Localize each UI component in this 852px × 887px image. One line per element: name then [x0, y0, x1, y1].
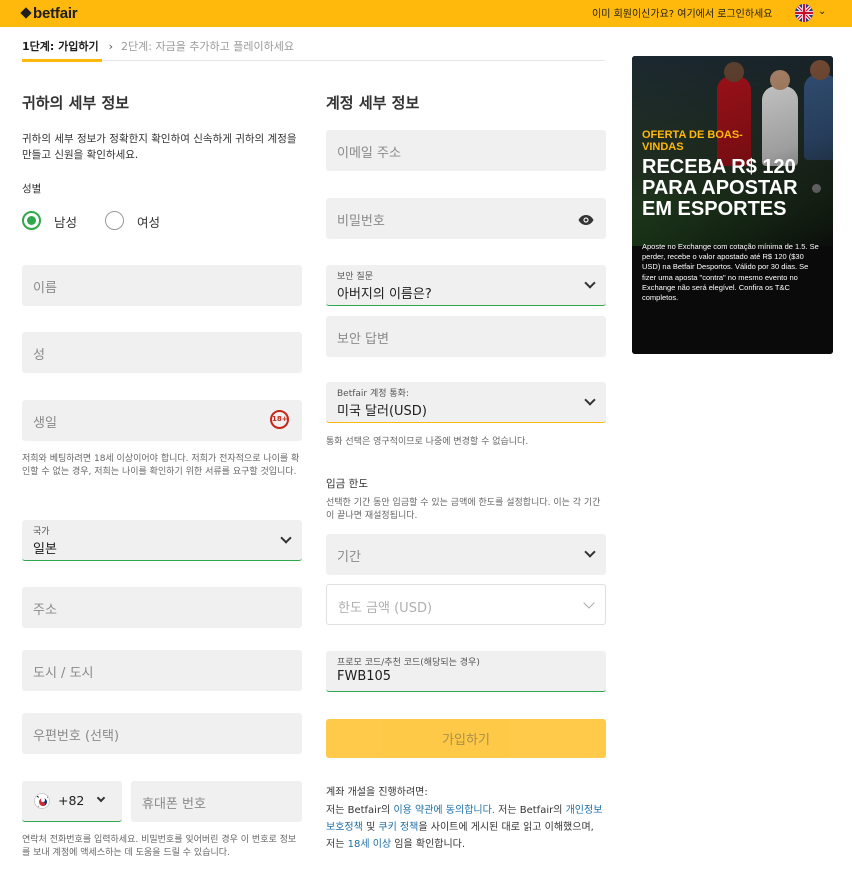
- phone-note: 연락처 전화번호를 입력하세요. 비밀번호를 잊어버린 경우 이 번호로 정보를…: [22, 835, 297, 858]
- legal-text: 저는 Betfair의 이용 약관에 동의합니다. 저는 Betfair의 개인…: [326, 805, 603, 850]
- phone-placeholder: 휴대폰 번호: [142, 797, 206, 812]
- banner-headline: RECEBA R$ 120 PARA APOSTAR EM ESPORTES: [642, 156, 798, 220]
- kr-flag-icon: [34, 793, 50, 809]
- birthdate-placeholder: 생일: [33, 416, 57, 431]
- step-progress-indicator: [22, 59, 102, 62]
- promo-code-value: FWB105: [337, 669, 392, 684]
- password-field[interactable]: 비밀번호: [326, 198, 606, 239]
- banner-fine-print: Aposte no Exchange com cotação mínima de…: [642, 242, 819, 303]
- limit-amount-placeholder: 한도 금액 (USD): [338, 601, 433, 616]
- currency-note: 통화 선택은 영구적이므로 나중에 변경할 수 없습니다.: [326, 437, 529, 447]
- postal-code-placeholder: 우편번호 (선택): [33, 729, 120, 744]
- security-question-label: 보안 질문: [337, 272, 373, 282]
- security-question-select[interactable]: 보안 질문 아버지의 이름은?: [326, 265, 606, 306]
- postal-code-field[interactable]: 우편번호 (선택): [22, 713, 302, 754]
- language-chevron-down-icon[interactable]: ⌄: [818, 6, 826, 17]
- deposit-limit-title: 입금 한도: [326, 478, 368, 490]
- password-placeholder: 비밀번호: [337, 214, 385, 229]
- signup-steps: 1단계: 가입하기 › 2단계: 자금을 추가하고 플레이하세요: [22, 38, 294, 54]
- account-details-title: 계정 세부 정보: [326, 94, 420, 112]
- birthdate-field[interactable]: 생일 18+: [22, 400, 302, 441]
- city-placeholder: 도시 / 도시: [33, 666, 94, 681]
- chevron-down-icon: [584, 277, 596, 289]
- personal-details-title: 귀하의 세부 정보: [22, 94, 130, 112]
- dial-code-value: +82: [58, 793, 85, 808]
- first-name-field[interactable]: 이름: [22, 265, 302, 306]
- security-question-value: 아버지의 이름은?: [337, 287, 432, 302]
- age-18-plus-icon: 18+: [270, 410, 289, 429]
- promo-code-field[interactable]: 프로모 코드/추천 코드(해당되는 경우) FWB105: [326, 651, 606, 692]
- limit-period-select[interactable]: 기간: [326, 534, 606, 575]
- email-field[interactable]: 이메일 주소: [326, 130, 606, 171]
- city-field[interactable]: 도시 / 도시: [22, 650, 302, 691]
- currency-label: Betfair 계정 통화:: [337, 389, 409, 399]
- step-2-label: 2단계: 자금을 추가하고 플레이하세요: [121, 40, 295, 53]
- betfair-logo[interactable]: betfair: [20, 5, 78, 22]
- personal-details-description: 귀하의 세부 정보가 정확한지 확인하여 신속하게 귀하의 계정을 만들고 신원…: [22, 133, 297, 161]
- age-18-link[interactable]: 18세 이상: [348, 839, 392, 850]
- cookie-policy-link[interactable]: 쿠키 정책: [378, 822, 418, 833]
- chevron-right-icon: ›: [108, 40, 114, 53]
- limit-amount-select[interactable]: 한도 금액 (USD): [326, 584, 606, 625]
- last-name-placeholder: 성: [33, 348, 45, 363]
- currency-value: 미국 달러(USD): [337, 404, 427, 419]
- login-link[interactable]: 이미 회원이신가요? 여기에서 로그인하세요: [592, 5, 772, 20]
- gender-female-radio[interactable]: [105, 211, 124, 230]
- top-bar: betfair 이미 회원이신가요? 여기에서 로그인하세요 ⌄: [0, 0, 852, 27]
- country-value: 일본: [33, 542, 57, 557]
- logo-icon: [20, 7, 32, 19]
- terms-link[interactable]: 이용 약관에 동의합니다.: [393, 805, 495, 816]
- banner-subtitle: OFERTA DE BOAS-VINDAS: [642, 129, 743, 153]
- chevron-down-icon: [584, 394, 596, 406]
- chevron-down-icon: [584, 546, 596, 558]
- security-answer-field[interactable]: 보안 답변: [326, 316, 606, 357]
- email-placeholder: 이메일 주소: [337, 146, 401, 161]
- promo-code-label: 프로모 코드/추천 코드(해당되는 경우): [337, 658, 480, 668]
- deposit-limit-note: 선택한 기간 동안 입금할 수 있는 금액에 한도를 설정합니다. 이는 각 기…: [326, 498, 601, 521]
- welcome-offer-banner[interactable]: OFERTA DE BOAS-VINDAS RECEBA R$ 120 PARA…: [632, 56, 833, 354]
- steps-divider: [22, 60, 605, 61]
- chevron-down-icon: [583, 597, 595, 609]
- country-select[interactable]: 국가 일본: [22, 520, 302, 561]
- gender-female-label[interactable]: 여성: [137, 212, 160, 231]
- gender-male-radio[interactable]: [22, 211, 41, 230]
- gender-male-label[interactable]: 남성: [54, 212, 77, 231]
- legal-title: 계좌 개설을 진행하려면:: [326, 787, 428, 798]
- show-password-eye-icon[interactable]: [578, 211, 594, 230]
- country-label: 국가: [33, 527, 50, 537]
- security-answer-placeholder: 보안 답변: [337, 332, 389, 347]
- address-field[interactable]: 주소: [22, 587, 302, 628]
- step-1-label: 1단계: 가입하기: [22, 40, 99, 53]
- phone-field[interactable]: 휴대폰 번호: [131, 781, 302, 822]
- signup-button[interactable]: 가입하기: [326, 719, 606, 758]
- currency-select[interactable]: Betfair 계정 통화: 미국 달러(USD): [326, 382, 606, 423]
- last-name-field[interactable]: 성: [22, 332, 302, 373]
- chevron-down-icon: [96, 793, 106, 803]
- limit-period-placeholder: 기간: [337, 550, 361, 565]
- age-note: 저희와 베팅하려면 18세 이상이어야 합니다. 저희가 전자적으로 나이를 확…: [22, 454, 300, 477]
- uk-flag-icon[interactable]: [795, 4, 813, 22]
- first-name-placeholder: 이름: [33, 281, 57, 296]
- dial-code-select[interactable]: +82: [22, 781, 122, 822]
- gender-label: 성별: [22, 183, 42, 195]
- address-placeholder: 주소: [33, 603, 57, 618]
- chevron-down-icon: [280, 532, 292, 544]
